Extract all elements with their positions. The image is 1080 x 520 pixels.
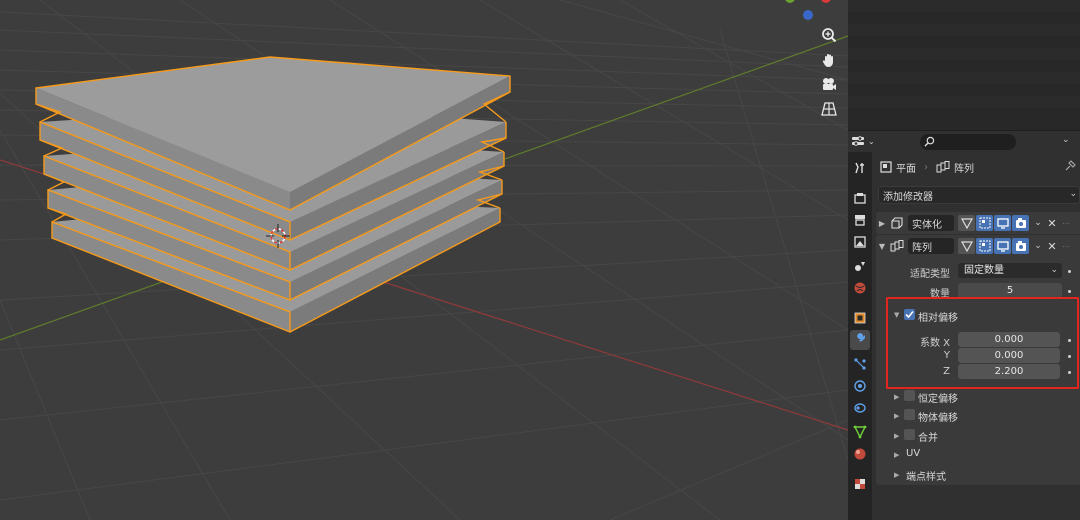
gizmo-z-dot[interactable]: [803, 10, 813, 20]
editor-type-button[interactable]: ⌄: [852, 133, 880, 151]
object-offset-checkbox[interactable]: [904, 409, 915, 420]
chevron-down-icon: ⌄: [868, 137, 875, 146]
expand-arrow-icon[interactable]: ▶: [894, 471, 899, 479]
physics-tab-icon[interactable]: [850, 376, 870, 396]
viewport-scene: [0, 0, 848, 520]
breadcrumb: 平面 › 阵列: [880, 160, 974, 175]
expand-arrow-icon[interactable]: ▶: [894, 432, 899, 440]
chevron-down-icon[interactable]: ⌄: [1031, 218, 1045, 228]
viewport-toggle-icon[interactable]: [994, 238, 1011, 254]
render-tab-icon[interactable]: [850, 188, 870, 208]
gizmo-y-dot[interactable]: [785, 0, 795, 3]
render-toggle-icon[interactable]: [1012, 215, 1029, 231]
keyframe-dot[interactable]: [1068, 290, 1071, 293]
expand-arrow-icon[interactable]: ▶: [876, 219, 888, 228]
object-offset-label: 物体偏移: [918, 413, 958, 424]
outliner-row: [848, 48, 1080, 60]
modifier-wrench-tab-icon[interactable]: [850, 330, 870, 350]
drag-grip-icon[interactable]: ⋯: [1059, 219, 1073, 228]
expand-arrow-icon[interactable]: ▶: [894, 451, 899, 459]
edit-mode-toggle-icon[interactable]: [976, 238, 993, 254]
close-icon[interactable]: ✕: [1045, 217, 1059, 230]
3d-viewport[interactable]: [0, 0, 848, 520]
world-tab-icon[interactable]: [850, 278, 870, 298]
fit-type-label: 适配类型: [910, 269, 950, 280]
view-layer-tab-icon[interactable]: [850, 232, 870, 252]
properties-header: ⌄ ⌄: [848, 130, 1080, 152]
count-field[interactable]: 5: [958, 283, 1062, 298]
fit-type-dropdown[interactable]: 固定数量 ⌄: [958, 263, 1062, 278]
outliner-row: [848, 60, 1080, 72]
add-modifier-dropdown[interactable]: 添加修改器 ⌄: [878, 186, 1080, 204]
particles-tab-icon[interactable]: [850, 354, 870, 374]
merge-label: 合并: [918, 433, 938, 444]
viewport-toggle-icon[interactable]: [994, 215, 1011, 231]
chevron-down-icon: ⌄: [1069, 189, 1077, 199]
data-tab-icon[interactable]: [850, 422, 870, 442]
chevron-down-icon[interactable]: ⌄: [1031, 241, 1045, 251]
output-tab-icon[interactable]: [850, 210, 870, 230]
array-modifier-icon: [936, 161, 950, 173]
breadcrumb-separator: ›: [924, 161, 928, 173]
chevron-down-icon[interactable]: ⌄: [1062, 135, 1074, 147]
object-tab-icon[interactable]: [850, 308, 870, 328]
scene-tab-icon[interactable]: [850, 256, 870, 276]
keyframe-dot[interactable]: [1068, 270, 1071, 273]
highlight-annotation-box: [886, 297, 1079, 389]
solidify-modifier-header[interactable]: ▶ 实体化 ⌄ ✕ ⋯: [876, 212, 1080, 234]
outliner-row: [848, 108, 1080, 120]
constant-offset-label: 恒定偏移: [918, 394, 958, 405]
pin-icon[interactable]: [1064, 160, 1076, 172]
outliner-row: [848, 0, 1080, 12]
tool-tab-icon[interactable]: [850, 158, 870, 178]
zoom-icon[interactable]: [818, 24, 840, 46]
outliner-row: [848, 24, 1080, 36]
camera-icon[interactable]: [818, 73, 840, 95]
pan-hand-icon[interactable]: [818, 49, 840, 71]
breadcrumb-modifier-name: 阵列: [954, 163, 974, 175]
edit-cage-toggle-icon[interactable]: [958, 215, 975, 231]
render-toggle-icon[interactable]: [1012, 238, 1029, 254]
edit-mode-toggle-icon[interactable]: [976, 215, 993, 231]
count-value: 5: [1006, 285, 1014, 296]
edit-cage-toggle-icon[interactable]: [958, 238, 975, 254]
expand-arrow-icon[interactable]: ▶: [894, 393, 899, 401]
modifier-name-field[interactable]: 实体化: [908, 215, 954, 231]
perspective-grid-icon[interactable]: [818, 98, 840, 120]
outliner-row: [848, 96, 1080, 108]
outliner-row: [848, 72, 1080, 84]
material-tab-icon[interactable]: [850, 444, 870, 464]
chevron-down-icon: ⌄: [1050, 265, 1058, 275]
outliner-row: [848, 12, 1080, 24]
gizmo-x-dot[interactable]: [821, 0, 831, 3]
outliner-panel[interactable]: [848, 0, 1080, 130]
merge-checkbox[interactable]: [904, 429, 915, 440]
drag-grip-icon[interactable]: ⋯: [1059, 242, 1073, 251]
solidify-modifier-icon: [888, 216, 906, 230]
caps-label: 端点样式: [906, 472, 946, 483]
constant-offset-checkbox[interactable]: [904, 390, 915, 401]
search-icon: [924, 136, 935, 147]
expand-arrow-icon[interactable]: ▶: [894, 412, 899, 420]
add-modifier-label: 添加修改器: [883, 191, 933, 203]
properties-editor-icon: [852, 135, 864, 146]
array-modifier-header[interactable]: ▼ 阵列 ⌄ ✕ ⋯: [876, 235, 1080, 257]
array-modifier-icon: [888, 239, 906, 253]
properties-search-input[interactable]: [920, 133, 1016, 150]
constraints-tab-icon[interactable]: [850, 398, 870, 418]
breadcrumb-object-name: 平面: [896, 163, 916, 175]
close-icon[interactable]: ✕: [1045, 240, 1059, 253]
outliner-row: [848, 36, 1080, 48]
object-icon: [880, 161, 892, 173]
texture-tab-icon[interactable]: [850, 474, 870, 494]
fit-type-value: 固定数量: [964, 265, 1004, 276]
outliner-row: [848, 84, 1080, 96]
array-mesh[interactable]: [35, 56, 511, 334]
modifier-name-field[interactable]: 阵列: [908, 238, 954, 254]
collapse-arrow-icon[interactable]: ▼: [876, 242, 888, 251]
properties-tabs: [848, 152, 872, 520]
uv-label: UV: [906, 448, 921, 459]
